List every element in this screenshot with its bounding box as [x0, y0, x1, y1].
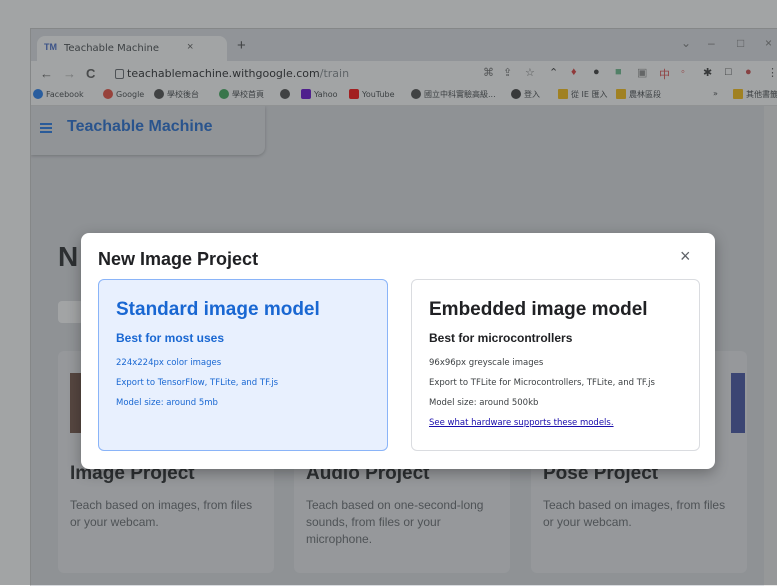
option-detail: 96x96px greyscale images — [429, 358, 544, 368]
option-detail: Model size: around 5mb — [116, 398, 218, 408]
dialog-title: New Image Project — [98, 249, 259, 269]
option-title: Embedded image model — [429, 299, 648, 320]
option-detail: Export to TensorFlow, TFLite, and TF.js — [116, 378, 279, 388]
hardware-support-link[interactable]: See what hardware supports these models. — [429, 418, 614, 428]
option-subtitle: Best for microcontrollers — [429, 331, 573, 345]
new-image-project-dialog: New Image Project × Standard image model… — [81, 233, 715, 469]
embedded-model-option[interactable]: Embedded image model Best for microcontr… — [411, 279, 700, 451]
close-icon[interactable]: × — [680, 246, 691, 267]
option-detail: 224x224px color images — [116, 358, 222, 368]
option-title: Standard image model — [116, 299, 320, 320]
standard-model-option[interactable]: Standard image model Best for most uses … — [98, 279, 388, 451]
option-subtitle: Best for most uses — [116, 331, 225, 345]
option-detail: Export to TFLite for Microcontrollers, T… — [429, 378, 655, 388]
option-detail: Model size: around 500kb — [429, 398, 539, 408]
